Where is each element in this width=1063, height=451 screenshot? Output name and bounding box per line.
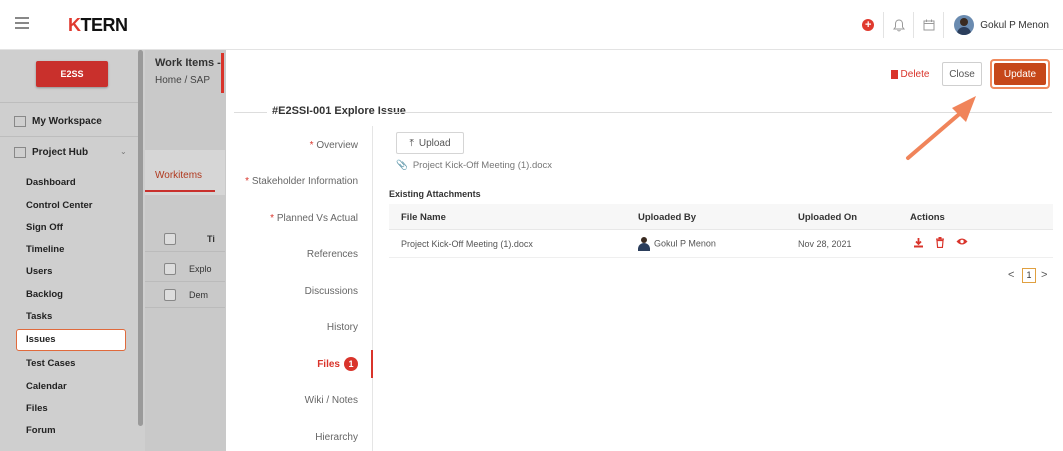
nav-discussions[interactable]: Discussions	[305, 286, 358, 297]
workspace-badge[interactable]: E2SS	[36, 61, 108, 87]
nav-planned-vs-actual[interactable]: * Planned Vs Actual	[270, 213, 358, 224]
sidebar-scrollbar[interactable]	[138, 50, 143, 426]
workspace-icon	[14, 116, 26, 127]
column-uploaded-on: Uploaded On	[798, 212, 858, 223]
delete-button[interactable]: Delete	[885, 62, 935, 86]
files-count-badge: 1	[344, 357, 358, 371]
nav-files[interactable]: Files 1	[317, 357, 358, 371]
paperclip-icon: 📎	[396, 160, 408, 171]
sidebar-item-my-workspace[interactable]: My Workspace	[14, 116, 102, 127]
row-checkbox[interactable]	[164, 289, 176, 301]
table-row[interactable]: Explo	[145, 256, 225, 282]
ktern-logo[interactable]: KTERN	[68, 15, 128, 36]
attachments-table-header: File Name Uploaded By Uploaded On Action…	[389, 204, 1053, 230]
existing-attachments-heading: Existing Attachments	[389, 189, 481, 199]
table-row: Project Kick-Off Meeting (1).docx Gokul …	[389, 230, 1053, 258]
row-checkbox[interactable]	[164, 263, 176, 275]
sidebar-divider	[0, 136, 140, 137]
sidebar-item-dashboard[interactable]: Dashboard	[26, 177, 76, 188]
table-header: Ti	[145, 226, 225, 252]
sidebar-item-timeline[interactable]: Timeline	[26, 244, 64, 255]
nav-references[interactable]: References	[307, 249, 358, 260]
sidebar-item-issues[interactable]: Issues	[16, 329, 126, 351]
sidebar-item-test-cases[interactable]: Test Cases	[26, 358, 75, 369]
sidebar-item-backlog[interactable]: Backlog	[26, 289, 63, 300]
header-actions: + Gokul P Menon	[853, 12, 1049, 38]
top-header: KTERN + Gokul P Menon	[0, 0, 1063, 50]
background-table: Ti Explo Dem	[145, 226, 225, 326]
new-attachment-link[interactable]: 📎 Project Kick-Off Meeting (1).docx	[396, 160, 552, 171]
avatar	[954, 15, 975, 35]
nav-overview[interactable]: * Overview	[310, 140, 358, 151]
sidebar-item-tasks[interactable]: Tasks	[26, 311, 52, 322]
nav-hierarchy[interactable]: Hierarchy	[315, 432, 358, 443]
sidebar-item-control-center[interactable]: Control Center	[26, 200, 93, 211]
bell-icon	[892, 18, 905, 31]
nav-stakeholder-information[interactable]: * Stakeholder Information	[245, 176, 358, 187]
update-button[interactable]: Update	[994, 63, 1046, 85]
calendar-icon	[923, 19, 935, 31]
nav-wiki-notes[interactable]: Wiki / Notes	[305, 395, 358, 406]
hamburger-icon[interactable]	[15, 17, 29, 29]
add-button[interactable]: +	[853, 12, 883, 38]
pager-next[interactable]: >	[1041, 269, 1047, 281]
background-page: Work Items - Home / SAP Workitems Ti Exp…	[145, 50, 225, 451]
column-file-name: File Name	[401, 212, 446, 223]
sidebar-item-calendar[interactable]: Calendar	[26, 381, 67, 392]
eye-icon[interactable]	[956, 237, 968, 249]
sidebar-item-users[interactable]: Users	[26, 266, 52, 277]
chevron-down-icon[interactable]: ⌄	[120, 147, 127, 156]
upload-icon: ⤒	[409, 137, 414, 149]
uploaded-by-cell: Gokul P Menon	[638, 237, 716, 251]
active-tab-indicator	[145, 190, 215, 192]
column-actions: Actions	[910, 212, 945, 223]
download-icon[interactable]	[913, 237, 924, 251]
annotation-arrow-icon	[906, 96, 976, 160]
sidebar: E2SS My Workspace Project Hub ⌄ Dashboar…	[0, 50, 145, 451]
user-menu[interactable]: Gokul P Menon	[943, 12, 1049, 38]
uploaded-on-cell: Nov 28, 2021	[798, 239, 852, 249]
title-divider	[234, 112, 267, 113]
notifications-button[interactable]	[883, 12, 913, 38]
grid-icon	[14, 147, 26, 158]
nav-divider	[372, 126, 373, 451]
plus-circle-icon: +	[862, 19, 875, 31]
pager-prev[interactable]: <	[1008, 269, 1014, 281]
issue-title: #E2SSI-001 Explore Issue	[272, 105, 406, 117]
table-row[interactable]: Dem	[145, 282, 225, 308]
modal-edge-accent	[221, 53, 224, 93]
pager-page-1[interactable]: 1	[1022, 268, 1036, 283]
select-all-checkbox[interactable]	[164, 233, 176, 245]
tab-workitems[interactable]: Workitems	[155, 170, 202, 181]
sidebar-item-project-hub[interactable]: Project Hub	[14, 147, 88, 158]
close-button[interactable]: Close	[942, 62, 982, 86]
file-name-cell[interactable]: Project Kick-Off Meeting (1).docx	[401, 239, 533, 249]
trash-icon	[890, 69, 898, 79]
breadcrumb: Home / SAP	[155, 75, 211, 86]
trash-icon[interactable]	[935, 237, 945, 251]
sidebar-item-sign-off[interactable]: Sign Off	[26, 222, 63, 233]
calendar-button[interactable]	[913, 12, 943, 38]
nav-history[interactable]: History	[327, 322, 358, 333]
user-name: Gokul P Menon	[980, 19, 1049, 31]
sidebar-item-forum[interactable]: Forum	[26, 425, 56, 436]
sidebar-item-files[interactable]: Files	[26, 403, 48, 414]
nav-active-indicator	[371, 350, 373, 378]
sidebar-divider	[0, 102, 140, 103]
avatar	[638, 237, 650, 251]
upload-button[interactable]: ⤒ Upload	[396, 132, 464, 154]
page-title: Work Items -	[155, 57, 221, 69]
column-uploaded-by: Uploaded By	[638, 212, 697, 223]
